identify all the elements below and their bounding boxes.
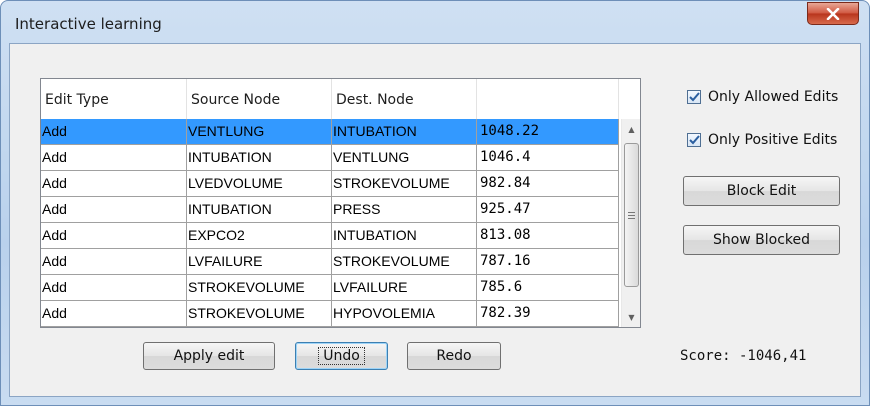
scroll-thumb[interactable] (624, 143, 639, 287)
cell-dest-node[interactable]: STROKEVOLUME (332, 171, 477, 197)
column-header-dest-node[interactable]: Dest. Node (332, 79, 477, 119)
cell-score[interactable]: 1046.4 (477, 145, 619, 171)
scroll-up-button[interactable]: ▲ (622, 120, 640, 138)
dialog-body: Edit Type Source Node Dest. Node Add VENT… (9, 43, 861, 397)
cell-edit-type[interactable]: Add (41, 145, 187, 171)
title-bar[interactable]: Interactive learning (1, 1, 869, 43)
cell-score[interactable]: 785.6 (477, 275, 619, 301)
table-row[interactable]: Add INTUBATION VENTLUNG 1046.4 (41, 145, 619, 171)
table-row[interactable]: Add STROKEVOLUME HYPOVOLEMIA 782.39 (41, 301, 619, 327)
cell-edit-type[interactable]: Add (41, 171, 187, 197)
window-title: Interactive learning (15, 15, 162, 33)
cell-dest-node[interactable]: INTUBATION (332, 223, 477, 249)
block-edit-button[interactable]: Block Edit (683, 176, 840, 206)
cell-score[interactable]: 813.08 (477, 223, 619, 249)
table-row[interactable]: Add INTUBATION PRESS 925.47 (41, 197, 619, 223)
cell-source-node[interactable]: STROKEVOLUME (187, 301, 332, 327)
undo-button-label: Undo (318, 347, 365, 365)
cell-edit-type[interactable]: Add (41, 197, 187, 223)
checkbox-box[interactable] (687, 133, 701, 147)
column-header-source-node[interactable]: Source Node (187, 79, 332, 119)
only-allowed-edits-label: Only Allowed Edits (708, 89, 839, 105)
arrow-down-icon: ▼ (628, 312, 635, 322)
apply-edit-button[interactable]: Apply edit (143, 342, 275, 370)
arrow-up-icon: ▲ (628, 124, 635, 134)
cell-source-node[interactable]: STROKEVOLUME (187, 275, 332, 301)
table-row[interactable]: Add VENTLUNG INTUBATION 1048.22 (41, 119, 619, 145)
column-header-edit-type[interactable]: Edit Type (41, 79, 187, 119)
edits-table: Edit Type Source Node Dest. Node Add VENT… (40, 78, 641, 328)
table-row[interactable]: Add LVEDVOLUME STROKEVOLUME 982.84 (41, 171, 619, 197)
cell-dest-node[interactable]: PRESS (332, 197, 477, 223)
show-blocked-button[interactable]: Show Blocked (683, 225, 840, 255)
scroll-down-button[interactable]: ▼ (622, 308, 640, 326)
only-allowed-edits-checkbox[interactable]: Only Allowed Edits (687, 87, 838, 107)
cell-score[interactable]: 1048.22 (477, 119, 619, 145)
vertical-scrollbar[interactable]: ▲ ▼ (621, 119, 640, 327)
table-row[interactable]: Add STROKEVOLUME LVFAILURE 785.6 (41, 275, 619, 301)
cell-edit-type[interactable]: Add (41, 301, 187, 327)
cell-dest-node[interactable]: STROKEVOLUME (332, 249, 477, 275)
table-header: Edit Type Source Node Dest. Node (41, 79, 619, 119)
score-readout: Score: -1046,41 (680, 348, 807, 364)
cell-score[interactable]: 782.39 (477, 301, 619, 327)
only-positive-edits-label: Only Positive Edits (708, 132, 838, 148)
cell-source-node[interactable]: VENTLUNG (187, 119, 332, 145)
only-positive-edits-checkbox[interactable]: Only Positive Edits (687, 130, 837, 150)
table-row[interactable]: Add LVFAILURE STROKEVOLUME 787.16 (41, 249, 619, 275)
cell-edit-type[interactable]: Add (41, 119, 187, 145)
cell-source-node[interactable]: INTUBATION (187, 145, 332, 171)
column-header-score[interactable] (477, 79, 619, 119)
dialog-window: Interactive learning Edit Type Source No… (0, 0, 870, 406)
undo-button[interactable]: Undo (295, 342, 388, 370)
close-button[interactable] (807, 2, 859, 25)
cell-edit-type[interactable]: Add (41, 275, 187, 301)
checkmark-icon (688, 135, 700, 145)
cell-score[interactable]: 982.84 (477, 171, 619, 197)
checkbox-box[interactable] (687, 90, 701, 104)
cell-dest-node[interactable]: INTUBATION (332, 119, 477, 145)
cell-source-node[interactable]: LVFAILURE (187, 249, 332, 275)
cell-score[interactable]: 787.16 (477, 249, 619, 275)
checkmark-icon (688, 92, 700, 102)
table-row[interactable]: Add EXPCO2 INTUBATION 813.08 (41, 223, 619, 249)
cell-dest-node[interactable]: LVFAILURE (332, 275, 477, 301)
grip-icon (628, 211, 635, 219)
cell-dest-node[interactable]: VENTLUNG (332, 145, 477, 171)
cell-dest-node[interactable]: HYPOVOLEMIA (332, 301, 477, 327)
cell-source-node[interactable]: INTUBATION (187, 197, 332, 223)
cell-source-node[interactable]: LVEDVOLUME (187, 171, 332, 197)
redo-button[interactable]: Redo (407, 342, 501, 370)
close-icon (826, 7, 840, 20)
cell-edit-type[interactable]: Add (41, 249, 187, 275)
cell-edit-type[interactable]: Add (41, 223, 187, 249)
cell-source-node[interactable]: EXPCO2 (187, 223, 332, 249)
cell-score[interactable]: 925.47 (477, 197, 619, 223)
